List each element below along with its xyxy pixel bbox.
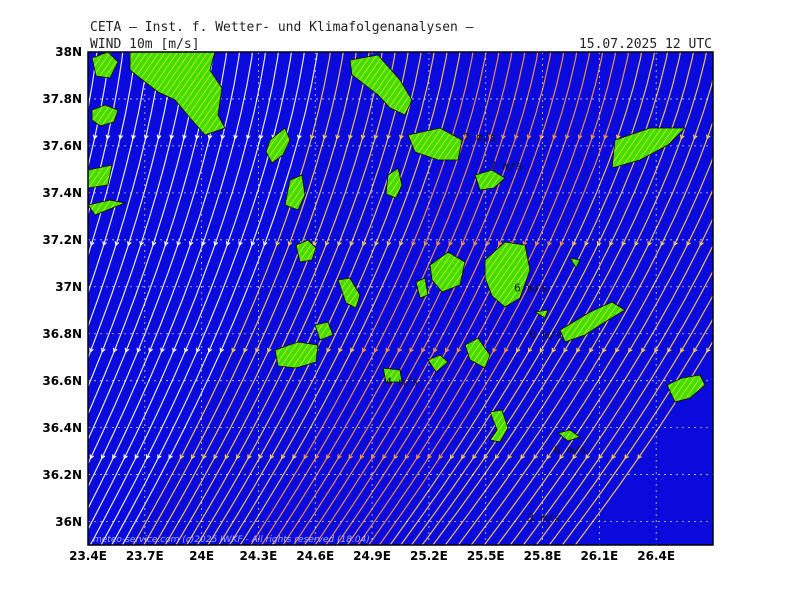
lat-tick-label: 37.8N	[42, 91, 82, 106]
streamline-arrow	[733, 135, 737, 139]
streamline-arrow	[726, 241, 729, 245]
lon-tick-label: 25.8E	[523, 549, 562, 563]
streamline	[0, 32, 73, 565]
wind-speed-label: 7 m/s	[490, 159, 523, 172]
lon-tick-label: 24E	[189, 549, 215, 563]
lon-tick-label: 24.6E	[296, 549, 335, 563]
lon-tick-label: 24.3E	[239, 549, 278, 563]
streamline-arrow	[0, 454, 4, 458]
lat-tick-label: 36.6N	[42, 373, 82, 388]
wind-map: 7 m/s 7 m/s 4 m/s 6 m/s 6 m/s 6 m/s 3 m/s mete…	[0, 32, 789, 565]
streamline	[0, 32, 8, 565]
streamline-arrow	[42, 348, 46, 352]
streamline-arrow	[720, 135, 724, 139]
streamline-arrow	[34, 454, 38, 458]
lat-tick-label: 37.2N	[42, 232, 82, 247]
streamline-arrow	[772, 135, 776, 139]
streamline-arrow	[1, 241, 5, 245]
lon-tick-label: 23.7E	[125, 549, 164, 563]
streamline-arrow	[739, 241, 742, 245]
lon-tick-label: 25.5E	[466, 549, 505, 563]
streamline-arrow	[14, 241, 18, 245]
streamline-arrow	[3, 135, 7, 139]
streamline-arrow	[765, 241, 768, 245]
streamline	[0, 32, 21, 565]
wind-speed-label: 4 m/s	[385, 375, 418, 388]
lat-tick-label: 37.4N	[42, 185, 82, 200]
streamline	[0, 32, 60, 565]
streamline-arrow	[785, 135, 789, 139]
lon-tick-label: 26.1E	[580, 549, 619, 563]
streamline-arrow	[29, 135, 33, 139]
wind-speed-label: 7 m/s	[463, 131, 496, 144]
lat-tick-label: 37.6N	[42, 138, 82, 153]
wind-speed-label: 6 m/s	[554, 443, 587, 456]
lat-tick-label: 36.8N	[42, 326, 82, 341]
streamline	[0, 32, 47, 565]
streamline-arrow	[759, 135, 763, 139]
streamline-arrow	[54, 348, 58, 352]
streamline	[0, 32, 34, 565]
wind-speed-label: 6 m/s	[529, 328, 562, 341]
lat-tick-label: 36.4N	[42, 420, 82, 435]
streamline-arrow	[56, 454, 59, 458]
lon-tick-label: 24.9E	[353, 549, 391, 563]
streamline-arrow	[78, 348, 82, 352]
streamline-arrow	[66, 348, 70, 352]
streamline-arrow	[5, 348, 9, 352]
lon-tick-label: 26.4E	[637, 549, 676, 563]
streamline	[0, 32, 86, 565]
lat-tick-label: 38N	[55, 45, 82, 59]
streamline-arrow	[23, 454, 27, 458]
wind-speed-label: 3 m/s	[527, 512, 560, 525]
streamline-arrow	[752, 241, 755, 245]
wind-speed-label: 6 m/s	[514, 281, 547, 294]
credit-text: meteo-service.com (c)2025 IWKF - All rig…	[93, 535, 370, 545]
lon-tick-label: 25.2E	[410, 549, 448, 563]
lat-tick-label: 37N	[55, 279, 82, 294]
lon-tick-label: 23.4E	[69, 549, 107, 563]
streamline-arrow	[45, 454, 49, 458]
streamline-arrow	[68, 454, 71, 458]
streamline	[88, 52, 98, 112]
streamline-arrow	[746, 135, 750, 139]
lat-tick-label: 36.2N	[42, 467, 82, 482]
streamline-arrow	[30, 348, 34, 352]
lat-tick-label: 36N	[55, 514, 82, 529]
streamline-arrow	[16, 135, 20, 139]
streamline-arrow	[27, 241, 31, 245]
streamline-arrow	[79, 454, 82, 458]
streamline-arrow	[18, 348, 22, 352]
streamline-arrow	[11, 454, 15, 458]
